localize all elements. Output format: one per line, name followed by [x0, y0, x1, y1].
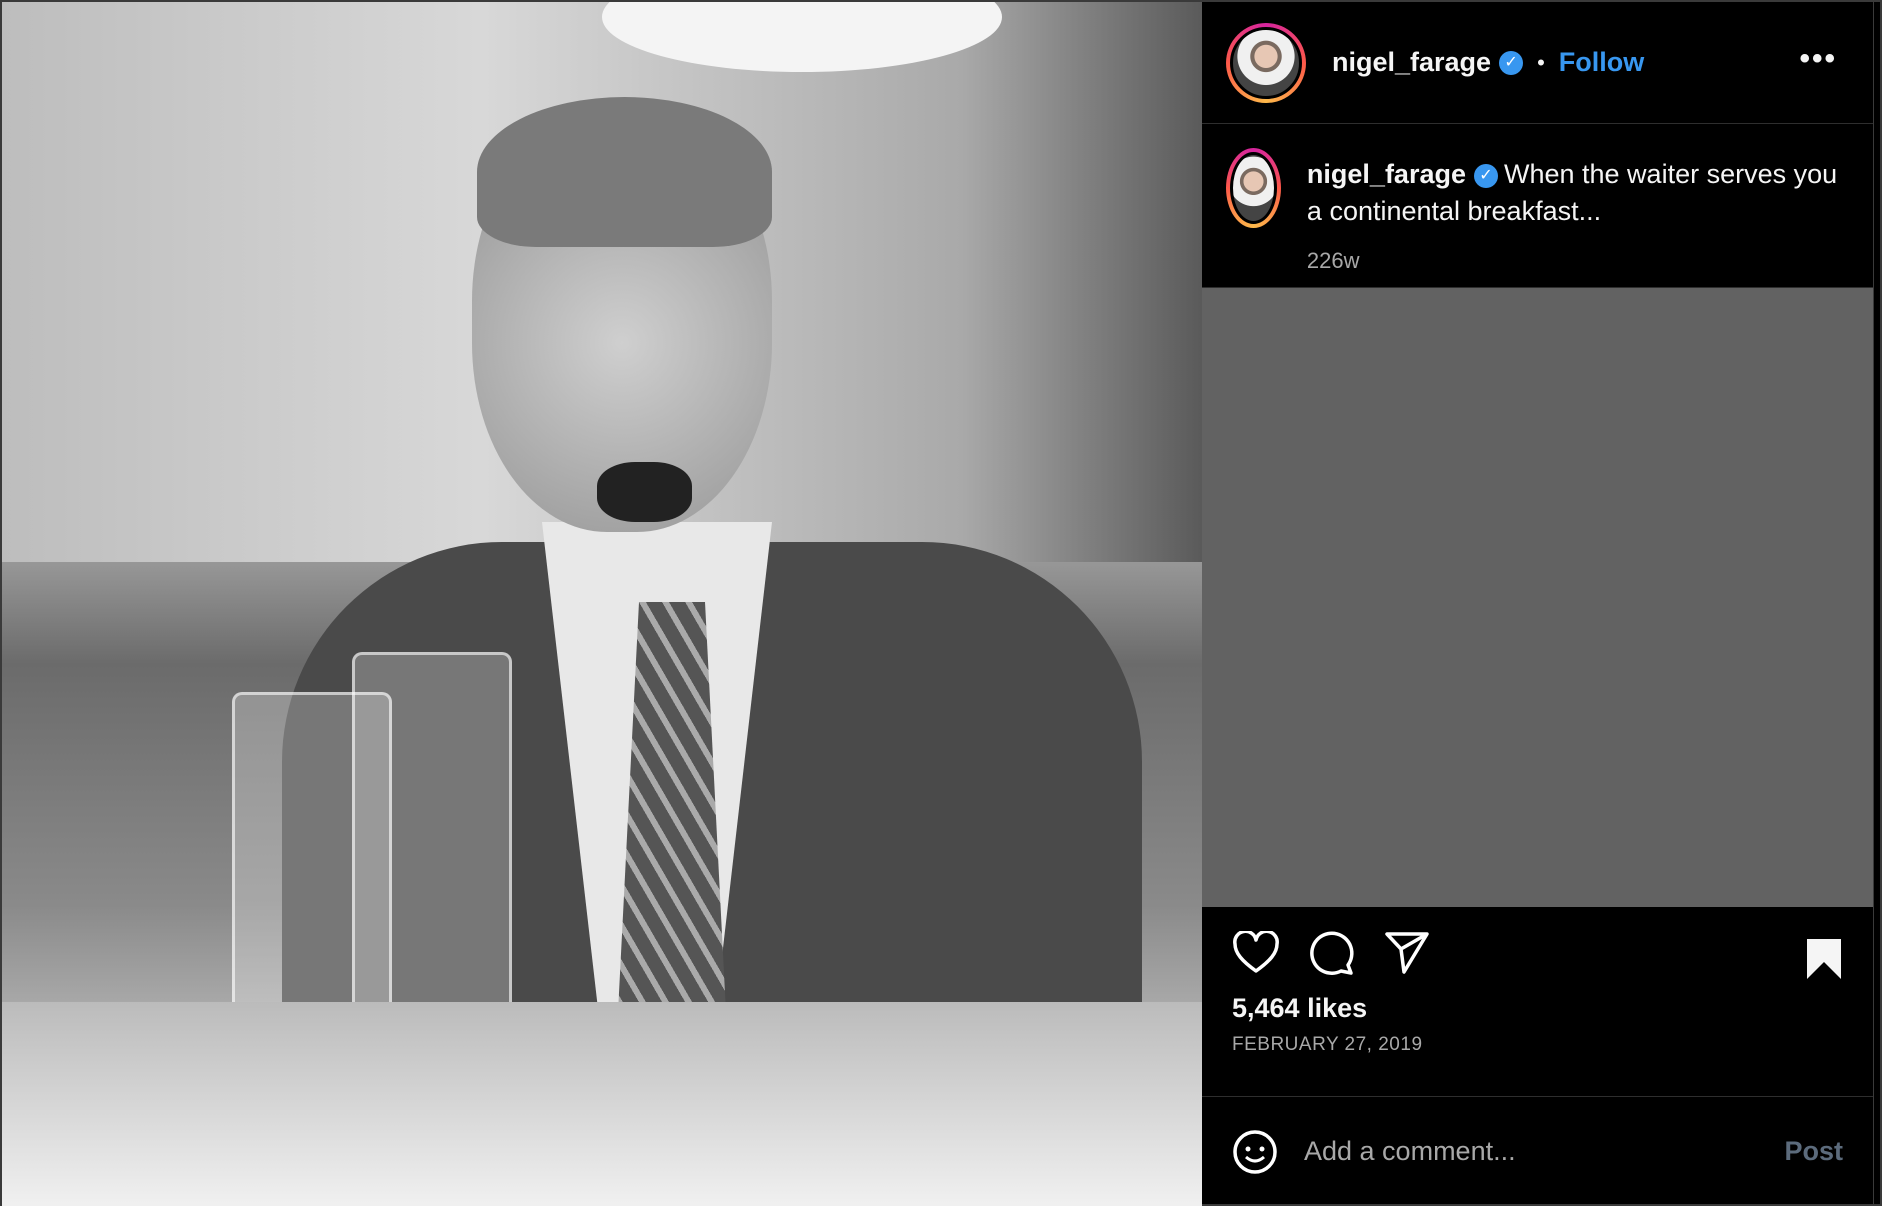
comments-area	[1202, 288, 1873, 907]
share-icon[interactable]	[1384, 930, 1430, 976]
photo-hair	[477, 97, 772, 247]
emoji-icon[interactable]	[1232, 1129, 1278, 1175]
post-header: nigel_farage ✓ • Follow •••	[1202, 2, 1873, 124]
post-comment-button[interactable]: Post	[1784, 1136, 1843, 1167]
post-photo[interactable]	[2, 2, 1202, 1206]
post-modal: nigel_farage ✓ • Follow ••• nigel_farage…	[0, 0, 1882, 1206]
username-link[interactable]: nigel_farage	[1332, 47, 1491, 78]
comment-bar: Add a comment... Post	[1202, 1096, 1873, 1206]
follow-button[interactable]: Follow	[1559, 47, 1644, 78]
more-options-icon[interactable]: •••	[1799, 42, 1837, 76]
photo-mouth	[597, 462, 692, 522]
verified-badge-icon: ✓	[1499, 50, 1524, 75]
photo-glass	[352, 652, 512, 1032]
photo-table	[2, 1002, 1202, 1206]
post-age[interactable]: 226w	[1307, 242, 1849, 279]
comment-icon[interactable]	[1308, 929, 1356, 977]
action-bar: 5,464 likes FEBRUARY 27, 2019	[1202, 907, 1873, 1096]
separator-dot: •	[1537, 49, 1545, 75]
post-side-panel: nigel_farage ✓ • Follow ••• nigel_farage…	[1202, 2, 1874, 1206]
comment-input[interactable]: Add a comment...	[1304, 1136, 1784, 1167]
post-date: FEBRUARY 27, 2019	[1232, 1034, 1423, 1055]
avatar[interactable]	[1226, 22, 1306, 103]
avatar[interactable]	[1226, 148, 1281, 228]
heart-icon[interactable]	[1232, 931, 1280, 975]
caption-username[interactable]: nigel_farage	[1307, 159, 1466, 189]
likes-count[interactable]: 5,464 likes	[1232, 993, 1843, 1024]
bookmark-icon[interactable]	[1805, 937, 1843, 981]
verified-badge-icon: ✓	[1473, 163, 1498, 188]
caption-section: nigel_farage ✓ When the waiter serves you …	[1202, 124, 1873, 288]
